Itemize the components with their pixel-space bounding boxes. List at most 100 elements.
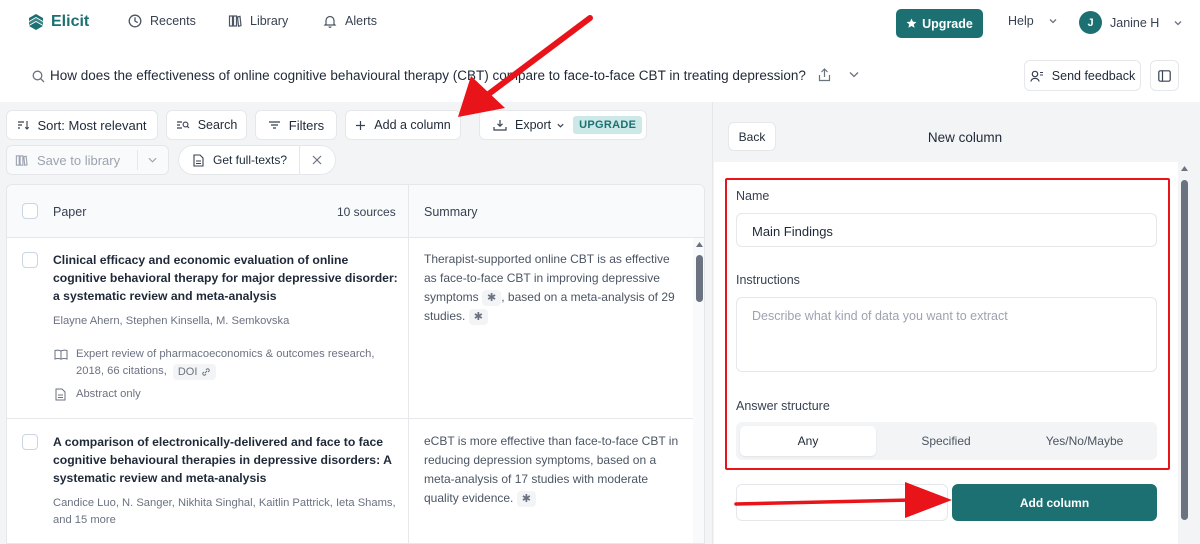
top-nav-bar: Elicit Recents Library Alerts Upgrade He… bbox=[0, 0, 1200, 46]
search-label: Search bbox=[197, 118, 238, 132]
send-feedback-button[interactable]: Send feedback bbox=[1024, 60, 1141, 91]
link-icon bbox=[202, 367, 211, 376]
bell-icon bbox=[323, 15, 337, 28]
close-icon[interactable] bbox=[312, 155, 322, 165]
select-all-checkbox[interactable] bbox=[22, 203, 38, 219]
export-button[interactable]: Export UPGRADE bbox=[479, 110, 647, 140]
add-a-column-label: Add a column bbox=[374, 118, 451, 132]
chevron-down-icon bbox=[1049, 19, 1057, 24]
highlight-box bbox=[725, 178, 1170, 470]
get-full-texts-pill: Get full-texts? bbox=[178, 145, 336, 175]
share-icon[interactable] bbox=[818, 68, 831, 82]
export-label: Export bbox=[515, 118, 552, 132]
divider bbox=[137, 150, 138, 170]
sort-button[interactable]: Sort: Most relevant bbox=[6, 110, 158, 140]
paper-journal: Expert review of pharmacoeconomics & out… bbox=[76, 348, 375, 360]
help-menu[interactable]: Help bbox=[1008, 14, 1058, 28]
citation-chip[interactable]: ✱ bbox=[516, 491, 536, 507]
toggle-sidebar-button[interactable] bbox=[1150, 60, 1179, 91]
avatar: J bbox=[1079, 11, 1102, 34]
chevron-down-icon[interactable] bbox=[848, 70, 860, 80]
clock-icon bbox=[128, 14, 142, 28]
user-name: Janine H bbox=[1110, 15, 1160, 30]
summary-cell: Therapist-supported online CBT is as eff… bbox=[424, 250, 680, 326]
sort-icon bbox=[18, 121, 30, 130]
elicit-logo-icon bbox=[29, 14, 43, 30]
user-menu[interactable]: J Janine H bbox=[1079, 11, 1183, 34]
nav-alerts[interactable]: Alerts bbox=[323, 14, 377, 28]
authors-more[interactable]: and 15 more bbox=[53, 514, 116, 526]
table-scrollbar[interactable] bbox=[693, 238, 704, 543]
scrollbar-thumb[interactable] bbox=[696, 255, 703, 302]
scroll-up-icon bbox=[696, 242, 703, 247]
paper-authors: Candice Luo, N. Sanger, Nikhita Singhal,… bbox=[53, 495, 398, 529]
save-to-library-button[interactable]: Save to library bbox=[6, 145, 169, 175]
paper-title[interactable]: A comparison of electronically-delivered… bbox=[53, 433, 398, 487]
library-icon bbox=[228, 15, 242, 27]
panel-scrollbar[interactable] bbox=[1178, 162, 1192, 544]
back-label: Back bbox=[738, 129, 766, 144]
search-icon bbox=[32, 70, 45, 83]
row-checkbox[interactable] bbox=[22, 434, 38, 450]
send-feedback-label: Send feedback bbox=[1051, 68, 1136, 83]
back-button[interactable]: Back bbox=[728, 122, 776, 151]
cancel-button[interactable] bbox=[736, 484, 948, 521]
year-citations: 2018, 66 citations, bbox=[76, 365, 167, 377]
paper-year-citations: 2018, 66 citations, DOI bbox=[76, 363, 217, 380]
paper-column-header[interactable]: Paper bbox=[53, 205, 86, 219]
sort-label: Sort: Most relevant bbox=[37, 117, 147, 133]
table-header: Paper 10 sources Summary bbox=[7, 185, 704, 543]
nav-recents[interactable]: Recents bbox=[128, 14, 196, 28]
results-table: Paper 10 sources Summary Clinical effica… bbox=[6, 184, 705, 544]
feedback-user-icon bbox=[1030, 70, 1043, 82]
upgrade-label: Upgrade bbox=[922, 16, 973, 31]
filters-label: Filters bbox=[288, 117, 325, 133]
upgrade-button[interactable]: Upgrade bbox=[896, 9, 983, 38]
filters-button[interactable]: Filters bbox=[255, 110, 337, 140]
search-list-icon bbox=[176, 121, 190, 129]
citation-chip[interactable]: ✱ bbox=[468, 309, 488, 325]
query-text[interactable]: How does the effectiveness of online cog… bbox=[50, 68, 806, 83]
upgrade-badge[interactable]: UPGRADE bbox=[573, 116, 643, 134]
abstract-only-label: Abstract only bbox=[76, 388, 141, 400]
add-column-button[interactable]: Add column bbox=[952, 484, 1157, 521]
library-icon bbox=[15, 154, 28, 166]
get-full-texts-label[interactable]: Get full-texts? bbox=[213, 153, 287, 167]
row-checkbox[interactable] bbox=[22, 252, 38, 268]
paper-authors: Elayne Ahern, Stephen Kinsella, M. Semko… bbox=[53, 315, 290, 327]
nav-recents-label: Recents bbox=[150, 14, 196, 28]
new-column-form: Name Main Findings Instructions Describe… bbox=[714, 162, 1188, 544]
sources-count: 10 sources bbox=[337, 205, 396, 219]
chevron-down-icon bbox=[1174, 20, 1182, 25]
scroll-up-icon bbox=[1181, 166, 1188, 171]
document-icon bbox=[193, 153, 204, 167]
nav-alerts-label: Alerts bbox=[345, 14, 377, 28]
add-column-label: Add column bbox=[1019, 495, 1090, 510]
citation-chip[interactable]: ✱ bbox=[482, 290, 502, 306]
table-row[interactable]: Clinical efficacy and economic evaluatio… bbox=[7, 238, 693, 419]
document-icon bbox=[55, 388, 66, 401]
book-open-icon bbox=[54, 349, 68, 360]
scrollbar-thumb[interactable] bbox=[1181, 180, 1188, 520]
summary-text: eCBT is more effective than face-to-face… bbox=[424, 434, 679, 505]
table-row[interactable]: A comparison of electronically-delivered… bbox=[7, 420, 693, 543]
search-button[interactable]: Search bbox=[166, 110, 247, 140]
add-a-column-button[interactable]: Add a column bbox=[345, 110, 461, 140]
download-icon bbox=[493, 120, 507, 131]
plus-icon bbox=[356, 120, 366, 130]
app-logo[interactable]: Elicit bbox=[28, 13, 89, 31]
doi-chip[interactable]: DOI bbox=[172, 363, 217, 380]
app-name: Elicit bbox=[51, 13, 90, 30]
panel-title: New column bbox=[927, 130, 1003, 145]
query-row: How does the effectiveness of online cog… bbox=[0, 54, 1200, 100]
nav-library[interactable]: Library bbox=[228, 14, 288, 28]
filter-icon bbox=[268, 121, 280, 129]
save-to-library-label: Save to library bbox=[37, 152, 121, 168]
chevron-down-icon bbox=[557, 123, 564, 128]
divider bbox=[299, 146, 300, 174]
help-label: Help bbox=[1008, 14, 1034, 28]
chevron-down-icon bbox=[148, 157, 157, 163]
summary-column-header[interactable]: Summary bbox=[424, 205, 477, 219]
paper-title[interactable]: Clinical efficacy and economic evaluatio… bbox=[53, 251, 398, 305]
author-list: Candice Luo, N. Sanger, Nikhita Singhal,… bbox=[53, 497, 396, 509]
